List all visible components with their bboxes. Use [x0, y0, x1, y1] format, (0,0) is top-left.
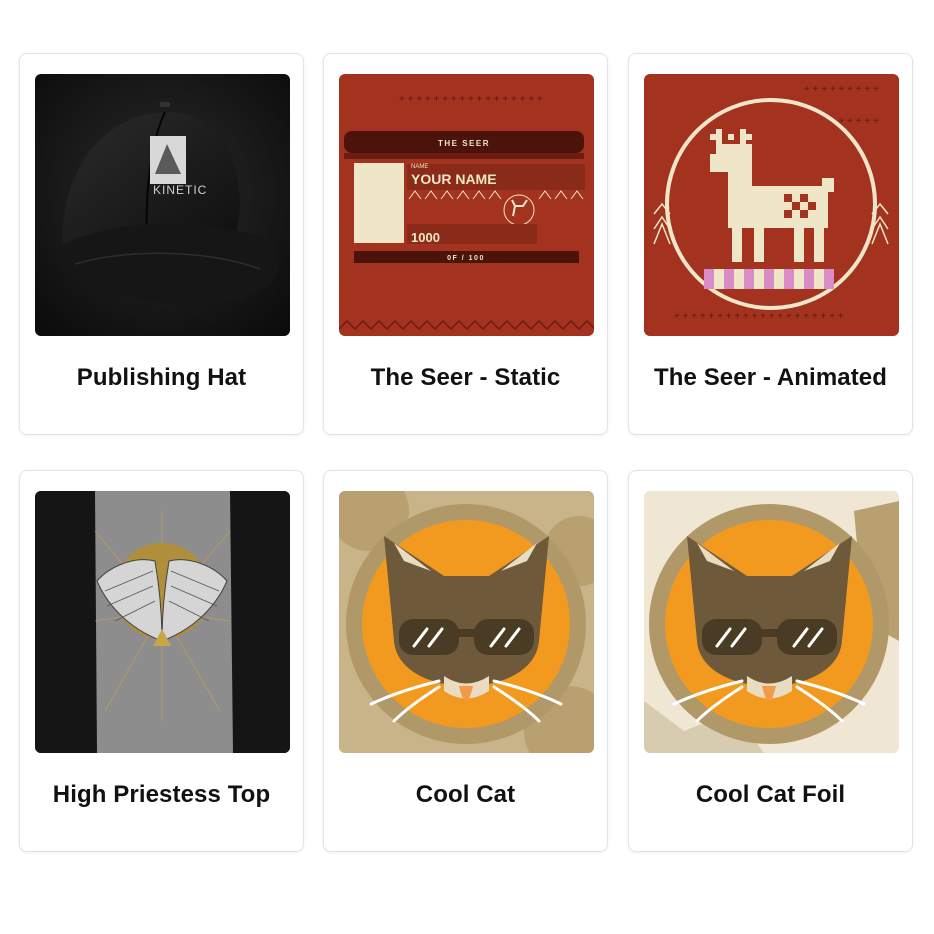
svg-text:+ + + + + + + + + + + + + + +: + + + + + + + + + + + + + + + + + + + +	[674, 311, 844, 322]
product-card-cool-cat[interactable]: Cool Cat	[323, 470, 608, 852]
winged-shirt-image	[35, 491, 290, 753]
product-title: High Priestess Top	[52, 781, 271, 808]
seer-card-header: THE SEER	[438, 139, 490, 148]
product-title: The Seer - Animated	[653, 364, 888, 391]
baseball-cap-image: KINETIC	[35, 74, 290, 336]
hat-brand-text: KINETIC	[153, 183, 207, 197]
seer-number: 1000	[411, 230, 440, 245]
product-title: Publishing Hat	[76, 364, 247, 391]
product-title: Cool Cat	[415, 781, 516, 808]
product-card-cool-cat-foil[interactable]: Cool Cat Foil	[628, 470, 913, 852]
svg-text:+ + + + + + + + + + + + + + +: + + + + + + + + + + + + + + + + +	[399, 94, 543, 105]
product-card-publishing-hat[interactable]: KINETIC Publishing Hat	[19, 53, 304, 435]
cool-cat-foil-image	[644, 491, 899, 753]
seer-edition: 0F / 100	[447, 255, 485, 262]
product-title: Cool Cat Foil	[695, 781, 846, 808]
pixel-deer-image: + + + + + + + + + + + + + + + + + + + + …	[644, 74, 899, 336]
product-card-high-priestess-top[interactable]: High Priestess Top	[19, 470, 304, 852]
nft-card-image: + + + + + + + + + + + + + + + + + THE SE…	[339, 74, 594, 336]
cool-cat-image	[339, 491, 594, 753]
product-title: The Seer - Static	[370, 364, 561, 391]
seer-name-label: NAME	[411, 164, 428, 170]
seer-name: YOUR NAME	[411, 171, 497, 187]
product-card-the-seer-static[interactable]: + + + + + + + + + + + + + + + + + THE SE…	[323, 53, 608, 435]
product-card-the-seer-animated[interactable]: + + + + + + + + + + + + + + + + + + + + …	[628, 53, 913, 435]
svg-text:+ + + + + + + + +: + + + + + + + + +	[804, 84, 879, 95]
